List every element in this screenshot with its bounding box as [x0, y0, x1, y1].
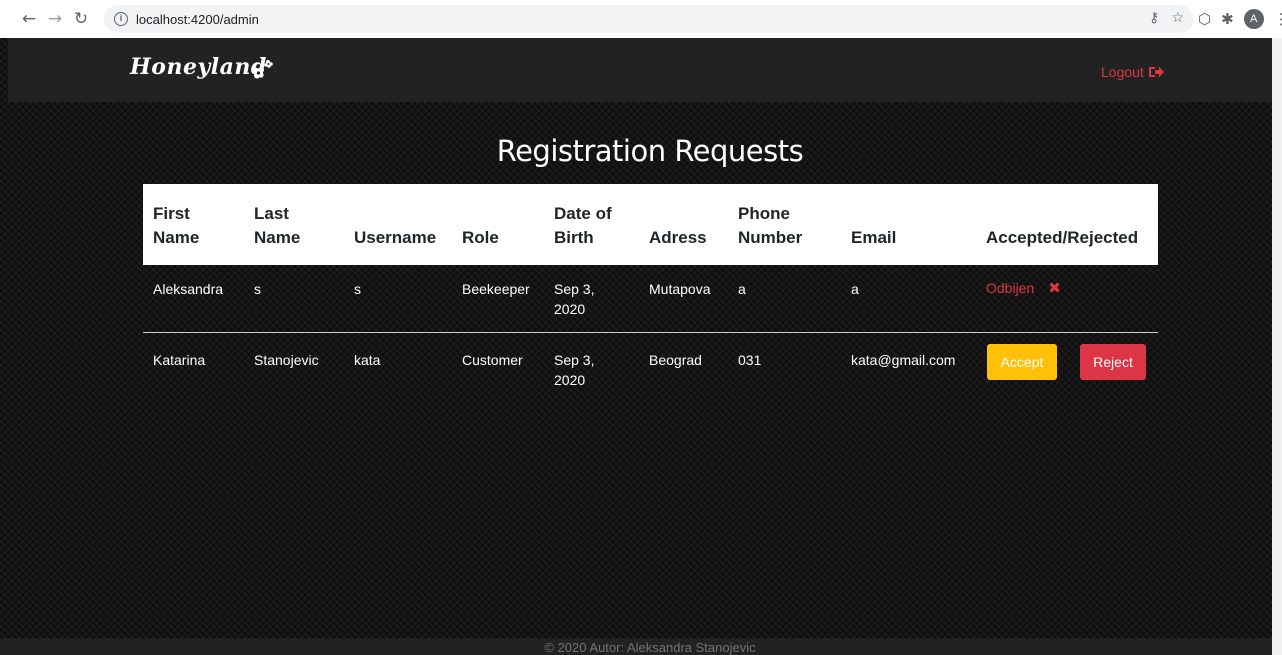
- cell-last-name: Stanojevic: [254, 352, 319, 368]
- cell-address: Mutapova: [649, 281, 711, 297]
- footer-copyright: © 2020 Autor: Aleksandra Stanojevic: [544, 640, 756, 655]
- key-icon[interactable]: ⚷: [1149, 10, 1159, 26]
- cell-email: a: [851, 281, 859, 297]
- logout-label: Logout: [1101, 64, 1144, 80]
- column-header-accepted-rejected: Accepted/Rejected: [986, 228, 1139, 247]
- status-badge: Odbijen: [986, 280, 1035, 296]
- column-header-first-name: First Name: [153, 204, 200, 247]
- forward-arrow-icon[interactable]: →: [44, 8, 66, 30]
- accept-button[interactable]: Accept: [987, 344, 1057, 380]
- cell-role: Customer: [462, 352, 523, 368]
- cell-last-name: s: [254, 281, 261, 297]
- reject-button[interactable]: Reject: [1080, 344, 1146, 380]
- address-bar[interactable]: i localhost:4200/admin ⚷ ☆: [104, 5, 1194, 33]
- app-background: Honeyland Logout Registration Requests F…: [0, 38, 1272, 655]
- sign-out-icon: [1148, 66, 1164, 78]
- back-arrow-icon[interactable]: ←: [18, 8, 40, 30]
- logout-link[interactable]: Logout: [1101, 64, 1164, 80]
- url-text[interactable]: localhost:4200/admin: [136, 12, 259, 27]
- navbar: Honeyland Logout: [8, 38, 1272, 102]
- cell-phone: a: [738, 281, 746, 297]
- column-header-last-name: Last Name: [254, 204, 301, 247]
- star-icon[interactable]: ☆: [1171, 10, 1184, 26]
- column-header-date-of-birth: Date of Birth: [554, 204, 612, 247]
- menu-kebab-icon[interactable]: ⋮: [1274, 10, 1282, 28]
- column-header-role: Role: [462, 228, 499, 247]
- status-rejected: Odbijen ✖: [986, 279, 1061, 297]
- cell-role: Beekeeper: [462, 281, 530, 297]
- column-header-username: Username: [354, 228, 437, 247]
- close-x-icon: ✖: [1048, 279, 1061, 297]
- reload-icon[interactable]: ↻: [70, 8, 92, 30]
- cell-date-of-birth: Sep 3, 2020: [554, 281, 595, 317]
- extension-shield-icon[interactable]: ⬡: [1198, 10, 1211, 28]
- cell-date-of-birth: Sep 3, 2020: [554, 352, 595, 388]
- cell-phone: 031: [738, 352, 762, 368]
- footer: © 2020 Autor: Aleksandra Stanojevic: [0, 638, 1272, 655]
- column-header-email: Email: [851, 228, 897, 247]
- column-header-phone-number: Phone Number: [738, 204, 803, 247]
- scrollbar[interactable]: [1272, 38, 1282, 655]
- cell-address: Beograd: [649, 352, 702, 368]
- profile-avatar[interactable]: A: [1243, 9, 1264, 29]
- cell-first-name: Katarina: [153, 352, 206, 368]
- brand-logo-text[interactable]: Honeyland: [130, 54, 267, 80]
- cell-username: kata: [354, 352, 381, 368]
- column-header-address: Adress: [649, 228, 707, 247]
- extensions-area: ⬡ ✱ A ⋮: [1198, 9, 1282, 29]
- flower-icon: [252, 60, 273, 79]
- cell-username: s: [354, 281, 361, 297]
- table-header: First Name Last Name Username Role Date …: [143, 184, 1158, 265]
- cell-email: kata@gmail.com: [851, 352, 956, 368]
- browser-toolbar: ← → ↻ i localhost:4200/admin ⚷ ☆ ⬡ ✱ A ⋮: [0, 0, 1282, 38]
- row-divider: [143, 332, 1158, 333]
- cell-first-name: Aleksandra: [153, 281, 224, 297]
- omnibox-actions: ⚷ ☆: [1149, 10, 1184, 26]
- info-icon[interactable]: i: [114, 12, 128, 26]
- page-title: Registration Requests: [496, 134, 804, 168]
- puzzle-icon[interactable]: ✱: [1221, 10, 1234, 28]
